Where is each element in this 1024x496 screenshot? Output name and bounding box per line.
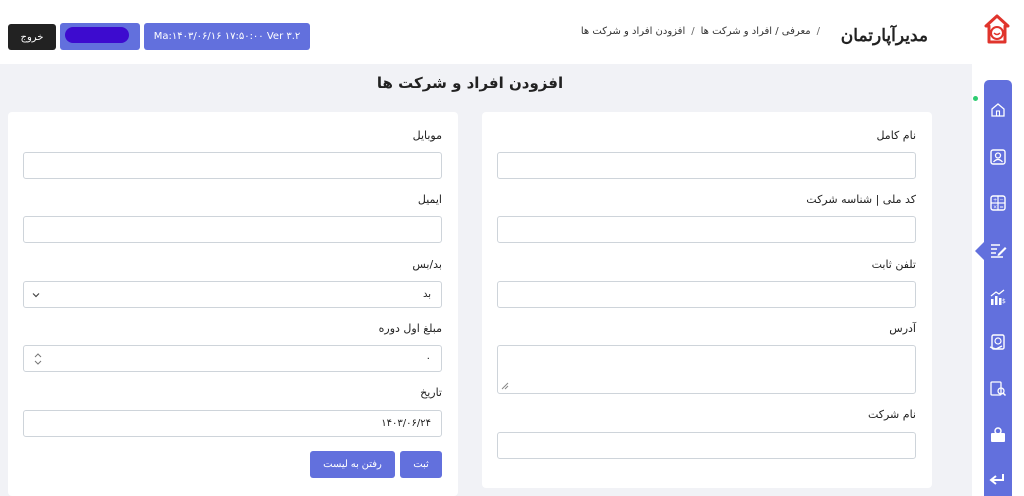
date-label: تاریخ	[420, 386, 442, 399]
wallet-icon[interactable]	[988, 332, 1008, 352]
version-button[interactable]: Ma:۱۴۰۳/۰۶/۱۶ ۱۷:۵۰:۰۰ Ver ۳.۲	[144, 23, 310, 50]
breadcrumb-item-current: افزودن افراد و شرکت ها	[580, 26, 686, 37]
calculator-icon[interactable]: + − × =	[988, 193, 1008, 213]
online-status-dot	[973, 96, 978, 101]
full-name-input[interactable]	[497, 152, 916, 179]
edit-icon[interactable]	[988, 240, 1008, 260]
active-indicator	[975, 242, 984, 260]
debit-credit-select[interactable]: بد	[23, 281, 442, 308]
email-input[interactable]	[23, 216, 442, 243]
brand-logo[interactable]: مدیرآپارتمان	[841, 26, 928, 46]
svg-text:×: ×	[993, 205, 997, 211]
opening-balance-label: مبلغ اول دوره	[378, 322, 442, 335]
svg-text:$: $	[1002, 298, 1006, 305]
debit-credit-label: بد/بس	[412, 258, 442, 271]
breadcrumb-item-introduce[interactable]: معرفی / افراد و شرکت ها	[701, 26, 811, 37]
email-label: ایمیل	[417, 193, 442, 206]
logout-button[interactable]: خروج	[8, 24, 56, 50]
breadcrumb-separator: /	[816, 26, 820, 37]
chart-money-icon[interactable]: $	[988, 287, 1008, 307]
top-header: مدیرآپارتمان / معرفی / افراد و شرکت ها / اف…	[0, 0, 972, 64]
redacted-username	[65, 27, 129, 43]
opening-balance-value: ۰	[425, 353, 431, 364]
chevron-down-icon	[32, 293, 40, 298]
logout-arrow-icon[interactable]	[988, 470, 1008, 490]
form-panel-left: موبایل ایمیل بد/بس بد مبلغ اول دوره ۰ تا…	[8, 112, 458, 496]
contact-card-icon[interactable]	[988, 147, 1008, 167]
national-id-label: کد ملی | شناسه شرکت	[806, 193, 916, 206]
mobile-input[interactable]	[23, 152, 442, 179]
full-name-label: نام کامل	[876, 129, 916, 142]
document-search-icon[interactable]	[988, 379, 1008, 399]
settings-mail-icon[interactable]	[988, 425, 1008, 445]
submit-button[interactable]: ثبت	[400, 451, 442, 478]
phone-input[interactable]	[497, 281, 916, 308]
svg-text:+: +	[993, 198, 997, 204]
logo-icon[interactable]	[984, 14, 1010, 48]
home-icon[interactable]	[988, 100, 1008, 120]
breadcrumb: / معرفی / افراد و شرکت ها / افزودن افراد و …	[581, 26, 826, 37]
resize-handle-icon[interactable]	[501, 382, 509, 390]
side-rail: + − × = $	[972, 0, 1024, 496]
address-textarea[interactable]	[497, 345, 916, 394]
page-title: افزودن افراد و شرکت ها	[376, 74, 564, 92]
date-value: ۱۴۰۳/۰۶/۲۴	[381, 418, 431, 429]
debit-credit-value: بد	[422, 289, 431, 300]
address-label: آدرس	[889, 322, 916, 335]
phone-label: تلفن ثابت	[871, 258, 916, 271]
company-name-input[interactable]	[497, 432, 916, 459]
svg-text:=: =	[1000, 205, 1004, 211]
company-name-label: نام شرکت	[867, 408, 916, 421]
spinner-arrows-icon[interactable]	[34, 352, 42, 366]
form-panel-right: نام کامل کد ملی | شناسه شرکت تلفن ثابت آ…	[482, 112, 932, 488]
national-id-input[interactable]	[497, 216, 916, 243]
svg-text:−: −	[1000, 198, 1004, 204]
opening-balance-input[interactable]: ۰	[23, 345, 442, 372]
go-to-list-button[interactable]: رفتن به لیست	[310, 451, 395, 478]
nav-strip: + − × = $	[984, 80, 1012, 496]
date-input[interactable]: ۱۴۰۳/۰۶/۲۴	[23, 410, 442, 437]
mobile-label: موبایل	[412, 129, 442, 142]
user-button[interactable]	[60, 23, 140, 50]
breadcrumb-separator: /	[691, 26, 695, 37]
